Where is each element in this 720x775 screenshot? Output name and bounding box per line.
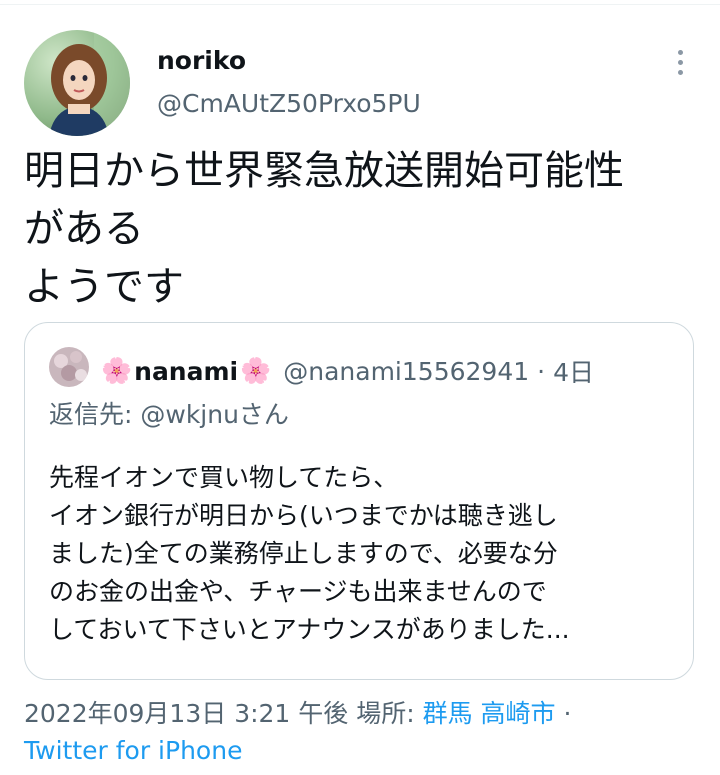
more-vertical-icon [677,49,683,55]
quoted-text-line: イオン銀行が明日から(いつまでかは聴き逃し [49,501,558,530]
quoted-text-line: のお金の出金や、チャージも出来ませんので [49,577,547,606]
location-label: 場所: [348,699,423,728]
header-separator: · [537,356,546,386]
tweet-metadata: 2022年09月13日 3:21 午後 場所: 群馬 高崎市 · [24,694,571,730]
quoted-text-line: ました)全ての業務停止しますので、必要な分 [49,539,558,568]
quoted-tweet-text: 先程イオンで買い物してたら、 イオン銀行が明日から(いつまでかは聴き逃し ました… [49,459,679,649]
tweet-datetime[interactable]: 2022年09月13日 3:21 午後 [24,699,348,728]
reply-to-label: 返信先: @wkjnuさん [49,400,289,429]
author-avatar[interactable] [24,30,130,136]
tweet-text-line: 明日から世界緊急放送開始可能性 [24,148,624,194]
quoted-text-line: 先程イオンで買い物してたら、 [49,463,399,492]
quoted-text-line: しておいて下さいとアナウンスがありました... [49,615,570,644]
author-name[interactable]: noriko [157,46,246,75]
location-link[interactable]: 群馬 高崎市 [423,699,556,728]
tweet-text: 明日から世界緊急放送開始可能性 がある ようです [24,142,704,316]
top-divider [0,4,720,5]
author-handle[interactable]: @CmAUtZ50Prxo5PU [157,89,421,118]
tweet-text-line: ようです [24,264,184,310]
more-options-button[interactable] [666,46,694,78]
tweet-source-link[interactable]: Twitter for iPhone [24,736,242,765]
quoted-author-name-text: nanami [134,356,239,386]
quoted-tweet-time[interactable]: 4日 [553,353,594,389]
tweet-text-line: がある [24,206,144,252]
quoted-author-handle[interactable]: @nanami15562941 [283,357,529,386]
quoted-tweet-header: 🌸 nanami 🌸 @nanami15562941 · 4日 [101,353,594,389]
quoted-author-name[interactable]: 🌸 nanami 🌸 [101,356,271,386]
meta-separator: · [555,699,572,728]
quoted-tweet-card[interactable]: 🌸 nanami 🌸 @nanami15562941 · 4日 返信先: @wk… [24,322,694,680]
cherry-blossom-icon: 🌸 [101,356,133,385]
quoted-author-avatar[interactable] [49,347,89,387]
cherry-blossom-icon: 🌸 [240,356,272,385]
